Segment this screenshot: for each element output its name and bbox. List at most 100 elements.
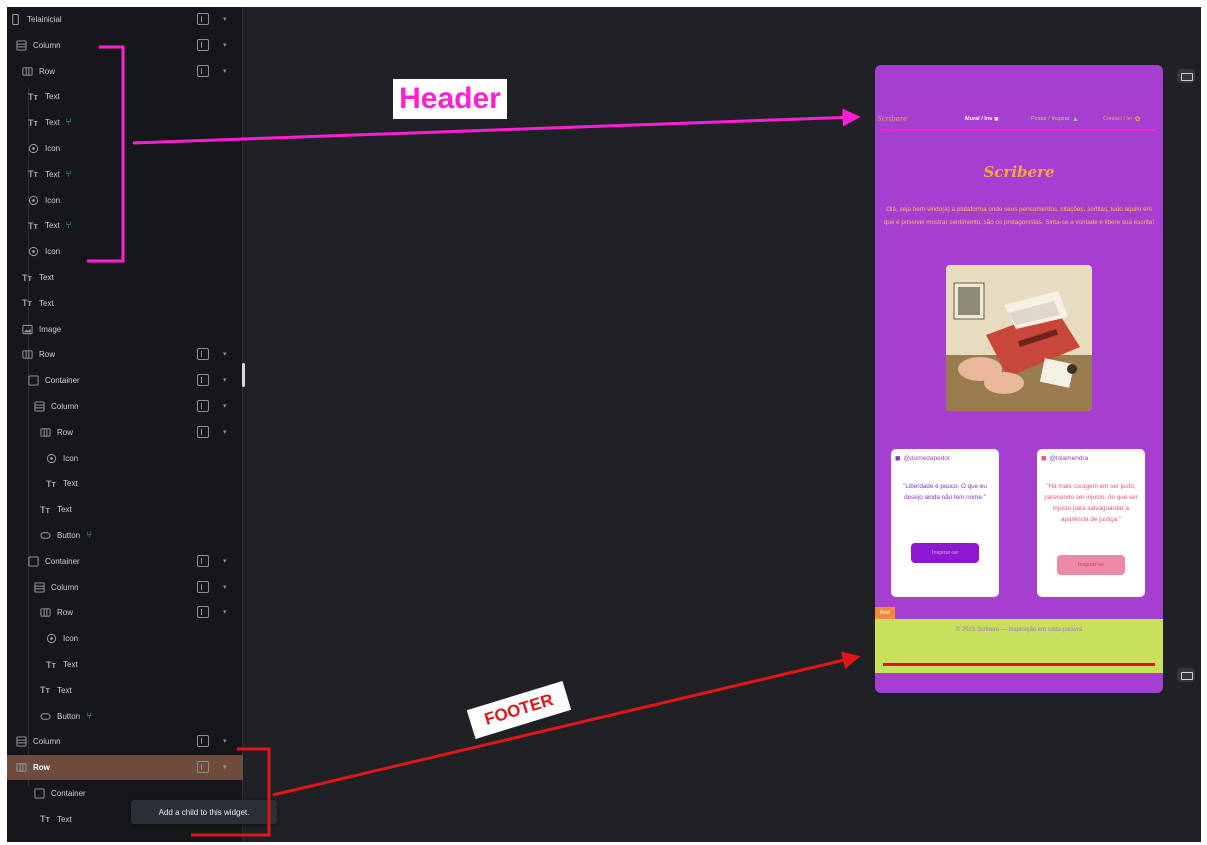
tree-item-text[interactable]: Tᴛ Text ⑂: [7, 110, 243, 135]
chevron-down-icon[interactable]: ▾: [223, 350, 227, 358]
text-icon: Tᴛ: [28, 169, 38, 180]
tree-item-icon[interactable]: Icon: [7, 446, 243, 471]
action-badge-icon[interactable]: ⑂: [66, 117, 72, 128]
column-icon: [33, 581, 45, 593]
tree-item-image[interactable]: Image: [7, 317, 243, 342]
tree-item-row[interactable]: Row ▾: [7, 755, 243, 781]
tree-item-label: Text: [39, 298, 54, 308]
action-badge-icon[interactable]: ⑂: [86, 530, 92, 541]
card-handle: @lolamendra: [1049, 454, 1089, 462]
tree-item-label: Button: [57, 711, 81, 721]
tree-item-icon[interactable]: Icon: [7, 188, 243, 213]
tree-item-button[interactable]: Button ⑂: [7, 523, 243, 548]
chevron-down-icon[interactable]: ▾: [223, 608, 227, 616]
app-window: Telainicial ▾ Column ▾ Row ▾ Tᴛ Text Tᴛ Text ⑂ Icon…: [7, 7, 1201, 842]
tree-item-label: Text: [57, 814, 72, 824]
wrap-widget-icon[interactable]: [197, 606, 209, 619]
tree-item-column[interactable]: Column ▾: [7, 729, 243, 754]
wrap-widget-icon[interactable]: [197, 64, 209, 77]
tree-item-row[interactable]: Row ▾: [7, 420, 243, 445]
nav-item-postar[interactable]: Postar / Inspirar ▲: [1031, 116, 1079, 123]
wrap-widget-icon[interactable]: [197, 13, 209, 25]
wrap-widget-icon[interactable]: [197, 580, 209, 593]
tree-item-label: Row: [57, 608, 74, 618]
text-icon: Tᴛ: [46, 478, 56, 489]
tree-item-text[interactable]: Tᴛ Text: [7, 497, 243, 522]
tree-item-label: Row: [39, 66, 56, 76]
tree-item-label: Text: [57, 685, 72, 695]
tree-item-column[interactable]: Column ▾: [7, 394, 243, 419]
wrap-widget-icon[interactable]: [197, 761, 209, 774]
tree-item-text[interactable]: Tᴛ Text ⑂: [7, 162, 243, 187]
wrap-widget-icon[interactable]: [197, 38, 209, 51]
tree-item-row[interactable]: Row ▾: [7, 59, 243, 84]
device-toggle-button[interactable]: [1177, 69, 1195, 83]
tree-item-text[interactable]: Tᴛ Text: [7, 471, 243, 496]
typewriter-illustration: [946, 265, 1092, 411]
chevron-down-icon[interactable]: ▾: [223, 41, 227, 49]
panel-resize-handle[interactable]: [242, 363, 245, 387]
chevron-down-icon[interactable]: ▾: [223, 763, 227, 771]
action-badge-icon[interactable]: ⑂: [66, 220, 72, 231]
column-icon: [15, 39, 27, 51]
flower-icon: ✿: [1134, 116, 1141, 123]
icon-widget-icon: [45, 452, 57, 464]
wrap-widget-icon[interactable]: [197, 554, 209, 567]
tree-item-label: Container: [45, 376, 80, 386]
chevron-down-icon[interactable]: ▾: [223, 428, 227, 436]
chevron-down-icon[interactable]: ▾: [223, 557, 227, 565]
person-icon: ■: [994, 115, 999, 123]
tree-item-icon[interactable]: Icon: [7, 136, 243, 161]
preview-footer[interactable]: © 2023 Scribere — Inspiração em cada pal…: [875, 619, 1163, 673]
tree-item-button[interactable]: Button ⑂: [7, 704, 243, 729]
tree-item-label: Image: [39, 324, 62, 334]
tree-item-label: Column: [33, 40, 61, 50]
wrap-widget-icon[interactable]: [197, 400, 209, 412]
inspire-button[interactable]: Inspirar-se: [911, 543, 979, 563]
tree-item-icon[interactable]: Icon: [7, 239, 243, 264]
wrap-widget-icon[interactable]: [197, 425, 209, 438]
chevron-down-icon[interactable]: ▾: [223, 67, 227, 75]
tree-item-column[interactable]: Column ▾: [7, 33, 243, 58]
wrap-widget-icon[interactable]: [197, 374, 209, 387]
selected-widget-tag: Row: [875, 607, 895, 619]
preview-title: Scribere: [983, 163, 1055, 181]
action-badge-icon[interactable]: ⑂: [86, 711, 92, 722]
tree-item-text[interactable]: Tᴛ Text ⑂: [7, 213, 243, 238]
inspire-button[interactable]: Inspirar-se: [1057, 555, 1125, 575]
person-icon: ■: [1041, 453, 1047, 463]
tree-item-text[interactable]: Tᴛ Text: [7, 84, 243, 109]
container-icon: [27, 375, 39, 387]
chevron-down-icon[interactable]: ▾: [223, 583, 227, 591]
tree-item-column[interactable]: Column ▾: [7, 575, 243, 600]
tree-item-text[interactable]: Tᴛ Text: [7, 652, 243, 677]
person-icon: ■: [895, 453, 901, 463]
nav-item-mural[interactable]: Mural / Ins ■: [965, 116, 998, 123]
tree-item-row[interactable]: Row ▾: [7, 342, 243, 367]
tree-item-telainicial[interactable]: Telainicial ▾: [7, 7, 243, 32]
tree-item-text[interactable]: Tᴛ Text: [7, 265, 243, 290]
tree-item-label: Icon: [63, 453, 79, 463]
text-icon: Tᴛ: [28, 117, 38, 128]
tree-item-row[interactable]: Row ▾: [7, 600, 243, 625]
footer-annotation-label: FOOTER: [466, 681, 572, 739]
tree-item-container[interactable]: Container ▾: [7, 368, 243, 393]
action-badge-icon[interactable]: ⑂: [66, 169, 72, 180]
wrap-widget-icon[interactable]: [197, 348, 209, 361]
nav-item-contact[interactable]: Contact / ler ✿: [1103, 115, 1141, 123]
text-icon: Tᴛ: [40, 685, 50, 696]
tree-item-label: Icon: [45, 195, 61, 205]
chevron-down-icon[interactable]: ▾: [223, 402, 227, 410]
tree-item-text[interactable]: Tᴛ Text: [7, 678, 243, 703]
chevron-down-icon[interactable]: ▾: [223, 15, 227, 23]
chevron-down-icon[interactable]: ▾: [223, 376, 227, 384]
tree-item-container[interactable]: Container ▾: [7, 549, 243, 574]
leaf-icon: ▲: [1071, 115, 1079, 123]
chevron-down-icon[interactable]: ▾: [223, 737, 227, 745]
tree-item-text[interactable]: Tᴛ Text: [7, 291, 243, 316]
tree-item-label: Text: [63, 479, 78, 489]
header-brand[interactable]: Scribere: [877, 115, 907, 123]
tree-item-icon[interactable]: Icon: [7, 626, 243, 651]
wrap-widget-icon[interactable]: [197, 735, 209, 748]
device-rotate-button[interactable]: [1177, 668, 1195, 682]
